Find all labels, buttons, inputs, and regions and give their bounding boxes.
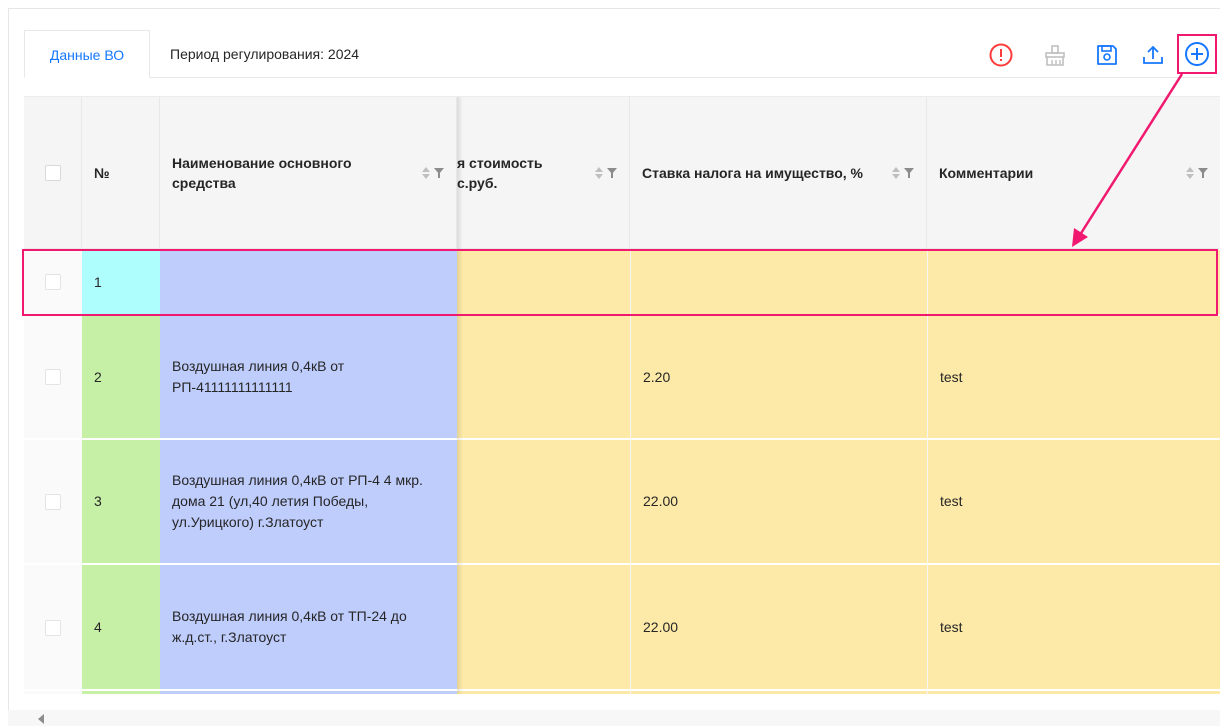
tab-bar: Данные ВО Период регулирования: 2024 (24, 30, 1214, 78)
comment-cell[interactable] (927, 250, 1220, 315)
tax-rate-cell[interactable]: 2.20 (630, 316, 927, 439)
filter-icon[interactable] (904, 167, 914, 179)
header-cost-line2: с.руб. (457, 175, 498, 191)
table-row[interactable]: 1 (24, 250, 1220, 316)
row-checkbox[interactable] (45, 369, 61, 385)
save-button[interactable] (1090, 38, 1124, 72)
header-comments-label: Комментарии (939, 165, 1034, 181)
sort-icon[interactable] (422, 166, 430, 180)
tax-rate-cell[interactable]: 22.00 (630, 565, 927, 690)
period-label: Период регулирования: 2024 (170, 46, 360, 62)
header-name-controls (422, 165, 448, 181)
asset-name-cell[interactable]: Воздушная линия 0,4кВ от ТП-24 до ж.д.ст… (160, 565, 457, 690)
add-icon (1185, 42, 1209, 66)
row-checkbox[interactable] (45, 620, 61, 636)
alert-icon (989, 43, 1013, 67)
tax-rate-cell (630, 691, 927, 694)
scroll-left-arrow-icon[interactable] (38, 714, 44, 724)
row-checkbox[interactable] (45, 274, 61, 290)
add-row-button[interactable] (1180, 37, 1214, 71)
filter-icon[interactable] (434, 167, 444, 179)
comment-cell[interactable]: test (927, 316, 1220, 439)
row-checkbox[interactable] (45, 494, 61, 510)
row-select-cell (24, 316, 82, 439)
row-select-cell (24, 250, 82, 315)
comment-cell[interactable]: test (927, 440, 1220, 564)
tax-rate-cell[interactable] (630, 250, 927, 315)
header-rate[interactable]: Ставка налога на имущество, % (630, 97, 927, 249)
upload-button[interactable] (1136, 38, 1170, 72)
header-cost-label: я стоимость с.руб. (457, 153, 589, 193)
clear-button[interactable] (1038, 38, 1072, 72)
table-row[interactable]: 4 Воздушная линия 0,4кВ от ТП-24 до ж.д.… (24, 565, 1220, 691)
tab-data-vo[interactable]: Данные ВО (24, 30, 150, 78)
asset-name-cell[interactable]: Воздушная линия 0,4кВ от РП-411111111111… (160, 316, 457, 439)
asset-name-cell[interactable]: Воздушная линия 0,4кВ от РП-4 4 мкр. дом… (160, 440, 457, 564)
cost-cell[interactable] (457, 440, 630, 564)
table-row[interactable]: 3 Воздушная линия 0,4кВ от РП-4 4 мкр. д… (24, 440, 1220, 565)
table-header: № Наименование основного средства я стои… (24, 97, 1220, 249)
header-rate-label: Ставка налога на имущество, % (642, 165, 864, 181)
header-comments-controls (1186, 165, 1212, 181)
sort-icon[interactable] (892, 166, 900, 180)
header-cost-controls (595, 165, 621, 181)
header-comments[interactable]: Комментарии (927, 97, 1220, 249)
comment-cell (927, 691, 1220, 694)
row-number: 2 (82, 316, 160, 439)
cost-cell[interactable] (457, 565, 630, 690)
assets-table: № Наименование основного средства я стои… (24, 96, 1220, 694)
select-all-checkbox[interactable] (45, 165, 61, 181)
table-row[interactable]: 2 Воздушная линия 0,4кВ от РП-4111111111… (24, 316, 1220, 440)
clear-icon (1045, 45, 1065, 66)
header-number-label: № (94, 165, 110, 181)
asset-name-cell[interactable] (160, 250, 457, 315)
sort-icon[interactable] (595, 166, 603, 180)
row-select-cell (24, 691, 82, 694)
header-cost[interactable]: я стоимость с.руб. (457, 97, 630, 249)
row-number: 3 (82, 440, 160, 564)
table-row-partial (24, 691, 1220, 694)
header-select-all (24, 97, 82, 249)
asset-name-cell (160, 691, 457, 694)
header-rate-controls (892, 165, 918, 181)
save-icon (1097, 45, 1117, 65)
sort-icon[interactable] (1186, 166, 1194, 180)
row-select-cell (24, 565, 82, 690)
header-cost-line1: я стоимость (457, 155, 543, 171)
alert-button[interactable] (984, 38, 1018, 72)
header-number: № (82, 97, 160, 249)
upload-icon (1143, 45, 1163, 64)
cost-cell[interactable] (457, 250, 630, 315)
cost-cell[interactable] (457, 316, 630, 439)
tax-rate-cell[interactable]: 22.00 (630, 440, 927, 564)
filter-icon[interactable] (607, 167, 617, 179)
filter-icon[interactable] (1198, 167, 1208, 179)
row-number: 1 (82, 250, 160, 315)
cost-cell (457, 691, 630, 694)
row-number: 4 (82, 565, 160, 690)
header-name-label: Наименование основного средства (172, 155, 352, 191)
comment-cell[interactable]: test (927, 565, 1220, 690)
horizontal-scrollbar[interactable] (8, 710, 1220, 726)
header-name[interactable]: Наименование основного средства (160, 97, 457, 249)
row-number (82, 691, 160, 694)
row-select-cell (24, 440, 82, 564)
